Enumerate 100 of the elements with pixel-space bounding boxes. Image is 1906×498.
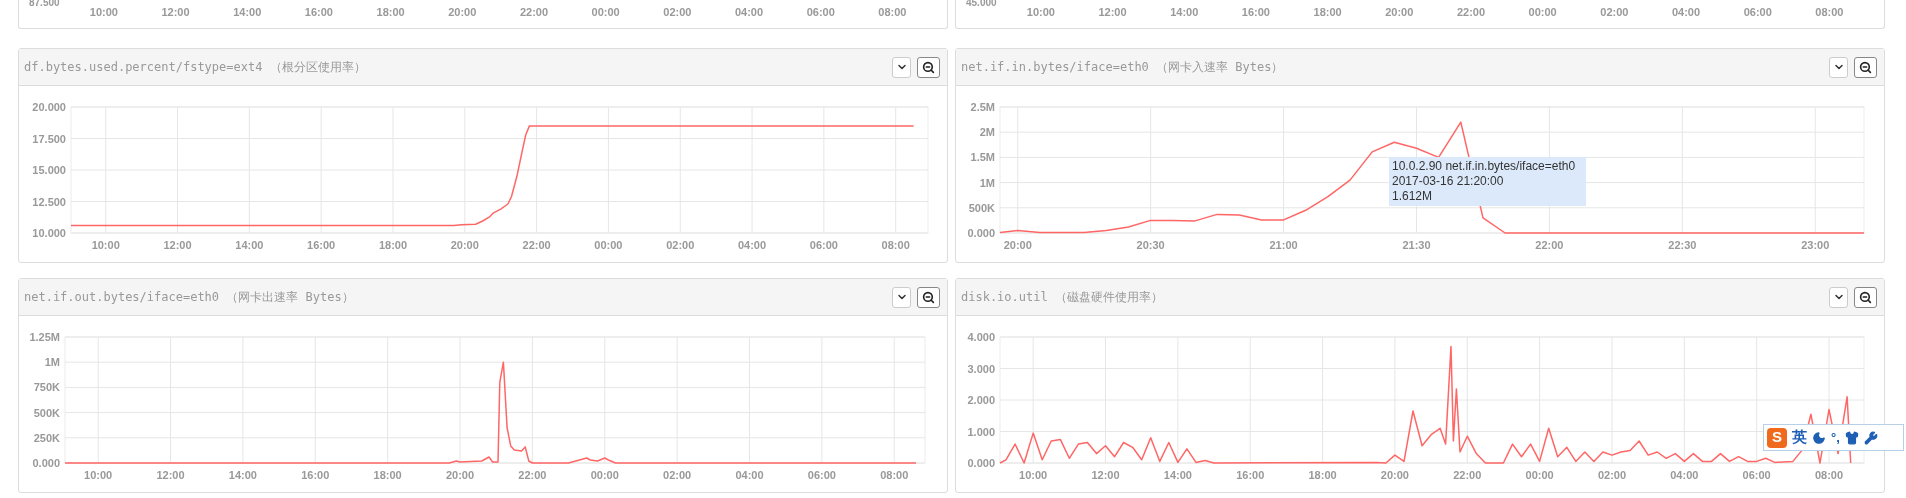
- zoom-out-button[interactable]: [917, 286, 940, 308]
- axis-tick-label: 2M: [979, 126, 995, 139]
- axis-tick-label: 14:00: [232, 5, 263, 20]
- axis-tick-label: 2.000: [967, 394, 995, 406]
- axis-tick-label: 18:00: [373, 469, 402, 481]
- axis-tick-label: 16:00: [1236, 469, 1265, 481]
- axis-tick-label: 10:00: [88, 5, 119, 20]
- axis-tick-label: 08:00: [1814, 469, 1844, 481]
- axis-tick-label: 00:00: [590, 5, 621, 20]
- shirt-icon[interactable]: [1844, 430, 1859, 445]
- axis-tick-label: 14:00: [1169, 5, 1200, 20]
- axis-tick-label: 12:00: [160, 5, 191, 20]
- axis-tick-label: 3.000: [967, 362, 995, 375]
- axis-tick-label: 06:00: [807, 469, 836, 481]
- axis-tick-label: 08:00: [877, 5, 908, 20]
- axis-tick-label: 02:00: [666, 239, 695, 251]
- zoom-out-button[interactable]: [1854, 286, 1877, 308]
- axis-tick-label: 06:00: [809, 239, 838, 251]
- wrench-icon[interactable]: [1863, 430, 1878, 445]
- axis-tick-label: 1.000: [967, 425, 995, 438]
- axis-tick-label: 18:00: [1308, 469, 1337, 481]
- dropdown-button[interactable]: [1829, 56, 1848, 78]
- dropdown-button[interactable]: [1829, 286, 1848, 308]
- axis-tick-label: 17.500: [32, 132, 66, 145]
- axis-tick-label: 1.5M: [970, 151, 995, 164]
- axis-tick-label: 1M: [44, 356, 60, 369]
- axis-tick-label: 00:00: [1527, 5, 1558, 20]
- axis-tick-label: 21:00: [1269, 239, 1298, 251]
- axis-tick-label: 12:00: [1097, 5, 1128, 20]
- axis-tick-label: 12:00: [1091, 469, 1120, 481]
- panel-title: disk.io.util （磁盘硬件使用率）: [961, 289, 1163, 306]
- axis-tick-label: 250K: [33, 431, 60, 444]
- axis-tick-label: 14:00: [1163, 469, 1192, 481]
- moon-icon[interactable]: [1812, 430, 1826, 445]
- axis-tick-label: 500K: [33, 406, 60, 419]
- input-mode-toggle[interactable]: 英: [1792, 426, 1807, 449]
- axis-tick-label: 02:00: [663, 469, 692, 481]
- axis-tick-label: 10:00: [91, 239, 120, 251]
- axis-tick-label: 00:00: [594, 239, 623, 251]
- axis-tick-label: 14:00: [228, 469, 257, 481]
- axis-tick-label: 14:00: [235, 239, 264, 251]
- zoom-out-icon: [1859, 60, 1872, 74]
- axis-tick-label: 21:30: [1402, 239, 1431, 251]
- axis-tick-label: 08:00: [881, 239, 910, 251]
- zoom-out-icon: [922, 60, 935, 74]
- axis-tick-label: 04:00: [738, 239, 767, 251]
- axis-tick-label: 02:00: [1597, 469, 1627, 481]
- axis-tick-label: 10:00: [1019, 469, 1048, 481]
- panel-title: net.if.in.bytes/iface=eth0 （网卡入速率 Bytes）: [961, 59, 1284, 76]
- axis-tick-label: 18:00: [1312, 5, 1343, 20]
- axis-tick-label: 16:00: [307, 239, 336, 251]
- zoom-out-button[interactable]: [1854, 56, 1877, 78]
- axis-tick-label: 15.000: [32, 164, 66, 176]
- axis-tick-label: 20:00: [445, 469, 475, 481]
- axis-tick-label: 22:00: [518, 469, 547, 481]
- axis-tick-label: 22:00: [522, 239, 551, 251]
- tooltip-line: 10.0.2.90 net.if.in.bytes/iface=eth0: [1392, 159, 1577, 174]
- axis-tick-label: 2.5M: [970, 101, 995, 113]
- axis-tick-label: 08:00: [880, 469, 909, 481]
- panel-title: net.if.out.bytes/iface=eth0 （网卡出速率 Bytes）: [24, 289, 354, 306]
- axis-tick-label: 10:00: [84, 469, 113, 481]
- axis-tick-label: 04:00: [733, 5, 765, 20]
- axis-tick-label: 750K: [33, 381, 60, 394]
- axis-tick-label: 0.000: [967, 227, 995, 239]
- zoom-out-icon: [922, 290, 935, 304]
- dropdown-button[interactable]: [892, 56, 911, 78]
- axis-tick-label: 10:00: [1025, 5, 1056, 20]
- zoom-out-button[interactable]: [917, 56, 940, 78]
- tooltip-line: 2017-03-16 21:20:00: [1392, 174, 1505, 189]
- axis-tick-label: 16:00: [301, 469, 330, 481]
- axis-tick-label: 10.000: [32, 227, 66, 239]
- panel-title: df.bytes.used.percent/fstype=ext4 （根分区使用率）: [24, 59, 366, 76]
- axis-tick-label: 22:30: [1668, 239, 1697, 251]
- axis-tick-label: 0.000: [32, 457, 60, 469]
- punctuation-toggle[interactable]: °,: [1831, 427, 1840, 448]
- axis-tick-label: 20.000: [32, 101, 66, 113]
- axis-tick-label: 20:00: [1380, 469, 1409, 481]
- axis-tick-label: 12:00: [163, 239, 192, 251]
- axis-tick-label: 08:00: [1814, 5, 1845, 20]
- axis-tick-label: 06:00: [805, 5, 836, 20]
- axis-tick-label: 12:00: [156, 469, 185, 481]
- zoom-out-icon: [1859, 290, 1872, 304]
- axis-tick-label: 4.000: [967, 331, 995, 343]
- axis-tick-label: 04:00: [1670, 5, 1702, 20]
- axis-tick-label: 06:00: [1742, 469, 1771, 481]
- axis-tick-label: 22:00: [1453, 469, 1482, 481]
- axis-tick-label: 22:00: [518, 5, 550, 20]
- axis-tick-label: 18:00: [378, 239, 408, 251]
- axis-tick-label: 02:00: [1599, 5, 1630, 20]
- axis-tick-label: 06:00: [1742, 5, 1773, 20]
- axis-tick-label: 1.25M: [29, 331, 60, 343]
- axis-tick-label: 20:00: [450, 239, 479, 251]
- axis-tick-label: 00:00: [590, 469, 619, 481]
- axis-tick-label: 20:00: [447, 5, 478, 20]
- axis-tick-label: 18:00: [375, 5, 406, 20]
- axis-tick-label: 12.500: [32, 195, 66, 208]
- axis-tick-label: 23:00: [1801, 239, 1830, 251]
- axis-tick-label: 16:00: [303, 5, 334, 20]
- axis-tick-label: 16:00: [1240, 5, 1271, 20]
- dropdown-button[interactable]: [892, 286, 911, 308]
